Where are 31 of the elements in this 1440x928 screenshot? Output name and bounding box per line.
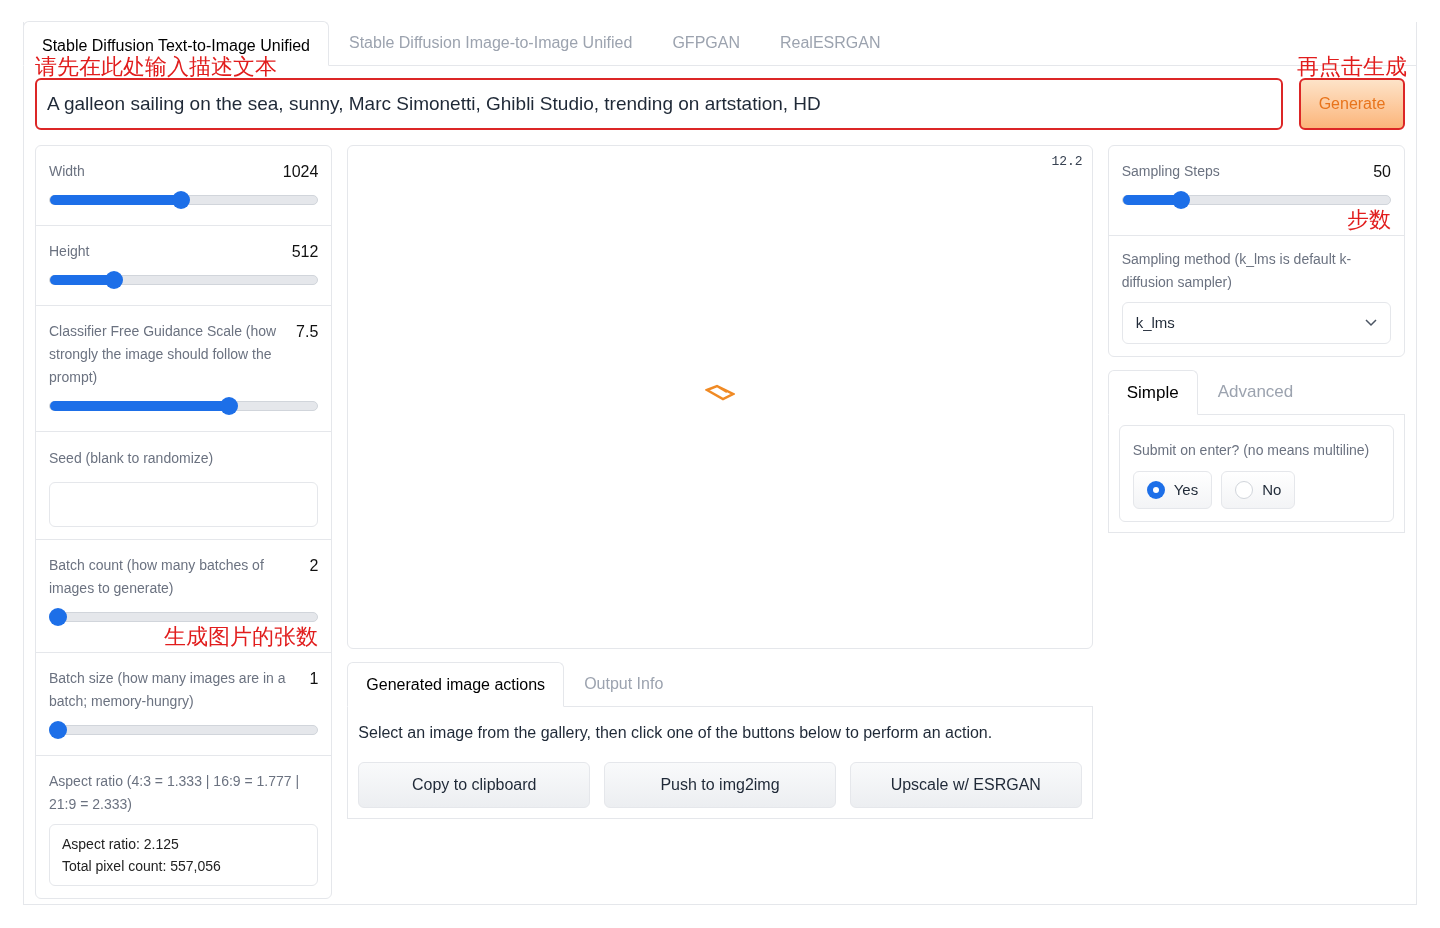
slider-value: 1 [309,669,319,689]
field-label: Seed (blank to randomize) [49,450,214,466]
info-box: Aspect ratio: 2.125 Total pixel count: 557,056 [49,824,319,886]
tab[interactable]: Generated image actions [347,662,565,707]
action-button[interactable]: Upscale w/ ESRGAN [849,762,1082,808]
action-button[interactable]: Push to img2img [604,762,836,808]
action-button[interactable]: Copy to clipboard [358,762,591,808]
annotation-text: 生成图片的张数 [164,626,319,648]
slider-label: Batch count (how many batches of images to generate) [49,556,265,598]
sampling-method-select[interactable]: k_lms [1121,302,1391,344]
timer-text: 12.2 [1051,153,1083,171]
info-label: Aspect ratio (4:3 = 1.333 | 16:9 = 1.777 | 21:9 = 2.333) [49,772,301,814]
slider-label: Classifier Free Guidance Scale (how strongly the image should follow the prompt) [49,322,278,387]
select-label: Sampling method (k_lms is default k-diffusion sampler) [1121,250,1353,292]
slider-label: Width [49,162,85,181]
annotation-text: 步数 [1347,209,1391,231]
slider-label: Height [49,242,90,261]
prompt-field[interactable]: A galleon sailing on the sea, sunny, Marc Simonetti, Ghibli Studio, trending on artstation, HD [35,78,1283,130]
tab[interactable]: Simple [1107,370,1198,415]
slider-value: 7.5 [296,322,319,342]
actions-description: Select an image from the gallery, then click one of the buttons below to perform an action. [358,723,994,743]
radio-option[interactable]: Yes [1132,471,1213,509]
slider-label: Sampling Steps [1121,162,1220,181]
slider-label: Batch size (how many images are in a batch; memory-hungry) [49,669,287,711]
radio-option[interactable]: No [1221,471,1296,509]
slider-value: 50 [1373,162,1391,182]
slider-value: 1024 [282,162,319,182]
slider-value: 512 [291,242,319,262]
radio-group-label: Submit on enter? (no means multiline) [1132,441,1371,460]
annotation-text: 再点击生成 [1297,56,1407,78]
slider-value: 2 [309,556,319,576]
